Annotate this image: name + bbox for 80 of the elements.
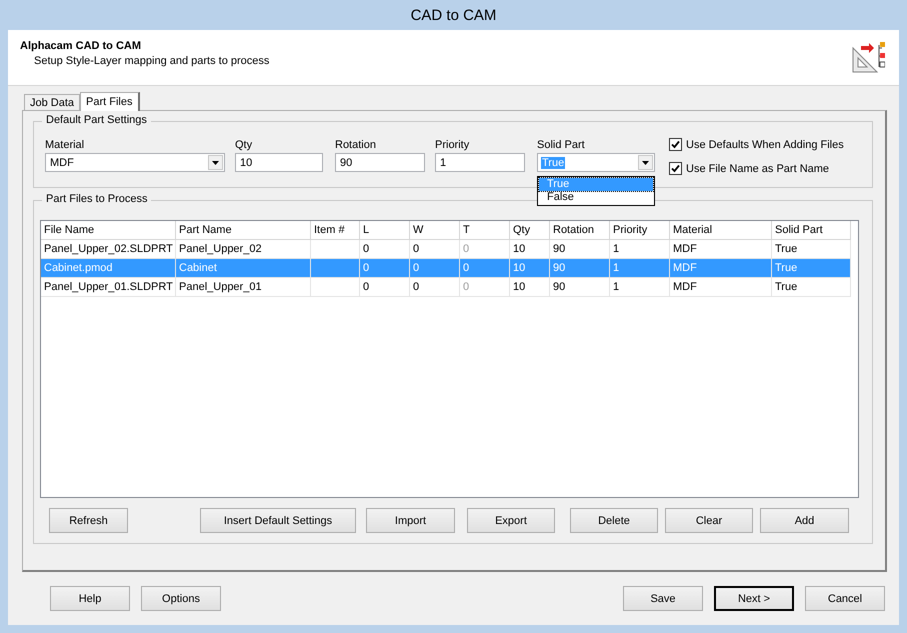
- group-title: Part Files to Process: [42, 193, 152, 205]
- checkbox[interactable]: [669, 162, 682, 175]
- field-label: Solid Part: [537, 139, 586, 151]
- table-cell: Panel_Upper_01: [176, 278, 311, 297]
- table-cell: 1: [610, 259, 670, 278]
- input-field[interactable]: 1: [435, 153, 525, 172]
- action-button[interactable]: Refresh: [49, 508, 128, 533]
- footer-button[interactable]: Options: [141, 586, 221, 611]
- table-cell: True: [772, 240, 851, 259]
- table-cell: 0: [360, 240, 410, 259]
- column-header[interactable]: L: [360, 221, 410, 240]
- column-header[interactable]: File Name: [41, 221, 176, 240]
- table-cell: Cabinet.pmod: [41, 259, 176, 278]
- column-header[interactable]: Rotation: [550, 221, 610, 240]
- action-button[interactable]: Export: [467, 508, 555, 533]
- dropdown-arrow-icon: [642, 160, 649, 164]
- ruler-hierarchy-icon: [851, 40, 885, 74]
- field-label: Rotation: [335, 139, 377, 151]
- column-header[interactable]: Solid Part: [772, 221, 851, 240]
- field-label: Qty: [235, 139, 254, 151]
- column-header[interactable]: W: [410, 221, 460, 240]
- group-title: Default Part Settings: [42, 114, 151, 126]
- column-header[interactable]: Priority: [610, 221, 670, 240]
- input-field[interactable]: 90: [335, 153, 425, 172]
- action-button[interactable]: Import: [366, 508, 455, 533]
- table-cell: 0: [410, 240, 460, 259]
- table-cell: 1: [610, 278, 670, 297]
- tab[interactable]: Job Data: [24, 94, 80, 110]
- header-subtitle: Setup Style-Layer mapping and parts to process: [33, 55, 270, 67]
- table-cell: 10: [510, 240, 550, 259]
- table-cell: MDF: [670, 259, 772, 278]
- dropdown-option[interactable]: False: [539, 191, 653, 204]
- table-cell: 0: [360, 278, 410, 297]
- table-cell: 90: [550, 240, 610, 259]
- checkbox[interactable]: [669, 138, 682, 151]
- table-cell: True: [772, 259, 851, 278]
- table-cell: 0: [360, 259, 410, 278]
- column-header[interactable]: Qty: [510, 221, 550, 240]
- table-cell: Panel_Upper_02: [176, 240, 311, 259]
- header-title: Alphacam CAD to CAM: [20, 40, 142, 52]
- column-header[interactable]: Part Name: [176, 221, 311, 240]
- table-cell: MDF: [670, 278, 772, 297]
- footer-button[interactable]: Cancel: [805, 586, 885, 611]
- action-button[interactable]: Insert Default Settings: [200, 508, 356, 533]
- table-cell: 0: [460, 240, 510, 259]
- column-header[interactable]: Item #: [311, 221, 360, 240]
- footer-button[interactable]: Help: [50, 586, 130, 611]
- action-button[interactable]: Add: [760, 508, 849, 533]
- table-cell: MDF: [670, 240, 772, 259]
- table-cell: 10: [510, 278, 550, 297]
- table-cell: 90: [550, 259, 610, 278]
- table-cell: Panel_Upper_01.SLDPRT: [41, 278, 176, 297]
- checkbox-label: Use Defaults When Adding Files: [686, 138, 844, 150]
- footer-button[interactable]: Next >: [714, 586, 794, 611]
- table-cell: 90: [550, 278, 610, 297]
- action-button[interactable]: Clear: [665, 508, 753, 533]
- table-cell: [311, 259, 360, 278]
- table-cell: Panel_Upper_02.SLDPRT: [41, 240, 176, 259]
- input-field[interactable]: 10: [235, 153, 323, 172]
- field-label: Priority: [435, 139, 470, 151]
- field-label: Material: [45, 139, 86, 151]
- table-cell: 1: [610, 240, 670, 259]
- table-cell: [311, 278, 360, 297]
- tab[interactable]: Part Files: [80, 92, 140, 111]
- table-cell: [311, 240, 360, 259]
- table-cell: 0: [460, 259, 510, 278]
- table-cell: True: [772, 278, 851, 297]
- action-button[interactable]: Delete: [570, 508, 658, 533]
- table-cell: 0: [460, 278, 510, 297]
- window-title: CAD to CAM: [410, 6, 498, 26]
- table-cell: 0: [410, 278, 460, 297]
- footer-button[interactable]: Save: [623, 586, 703, 611]
- column-header[interactable]: Material: [670, 221, 772, 240]
- table-cell: 0: [410, 259, 460, 278]
- dropdown-arrow-icon: [212, 160, 219, 164]
- table-cell: 10: [510, 259, 550, 278]
- table-cell: Cabinet: [176, 259, 311, 278]
- combo-box[interactable]: MDF: [45, 153, 225, 172]
- column-header[interactable]: T: [460, 221, 510, 240]
- checkbox-label: Use File Name as Part Name: [686, 162, 830, 174]
